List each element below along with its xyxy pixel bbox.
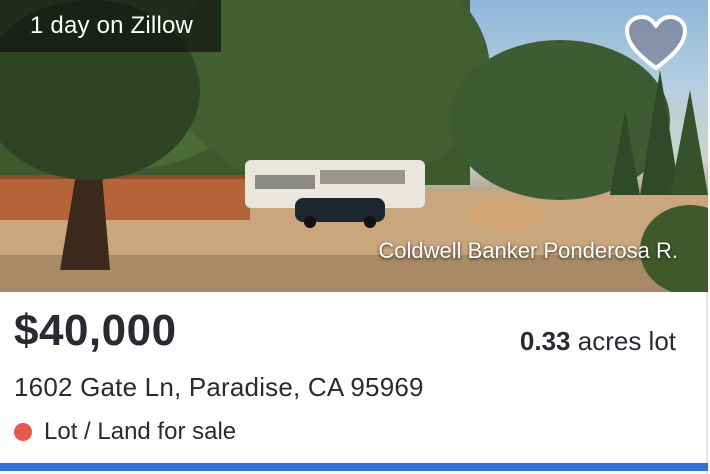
card-accent-bar bbox=[0, 463, 708, 471]
save-favorite-button[interactable] bbox=[624, 14, 688, 72]
listing-price: $40,000 bbox=[14, 306, 177, 355]
lot-size-value: 0.33 bbox=[519, 326, 571, 356]
listing-card[interactable]: 1 day on Zillow Coldwell Banker Ponderos… bbox=[0, 0, 708, 474]
heart-icon bbox=[625, 15, 687, 70]
lot-size-unit: acres lot bbox=[577, 326, 676, 356]
status-dot-icon bbox=[14, 423, 32, 441]
photo-credit: Coldwell Banker Ponderosa R. bbox=[378, 238, 678, 263]
status-label: Lot / Land for sale bbox=[44, 418, 237, 445]
listing-address[interactable]: 1602 Gate Ln, Paradise, CA 95969 bbox=[14, 372, 424, 403]
listing-status: Lot / Land for sale bbox=[14, 418, 236, 446]
days-on-zillow-badge: 1 day on Zillow bbox=[0, 0, 222, 52]
lot-size: 0.33 acres lot bbox=[520, 326, 676, 357]
listing-photo[interactable]: 1 day on Zillow Coldwell Banker Ponderos… bbox=[0, 0, 708, 292]
